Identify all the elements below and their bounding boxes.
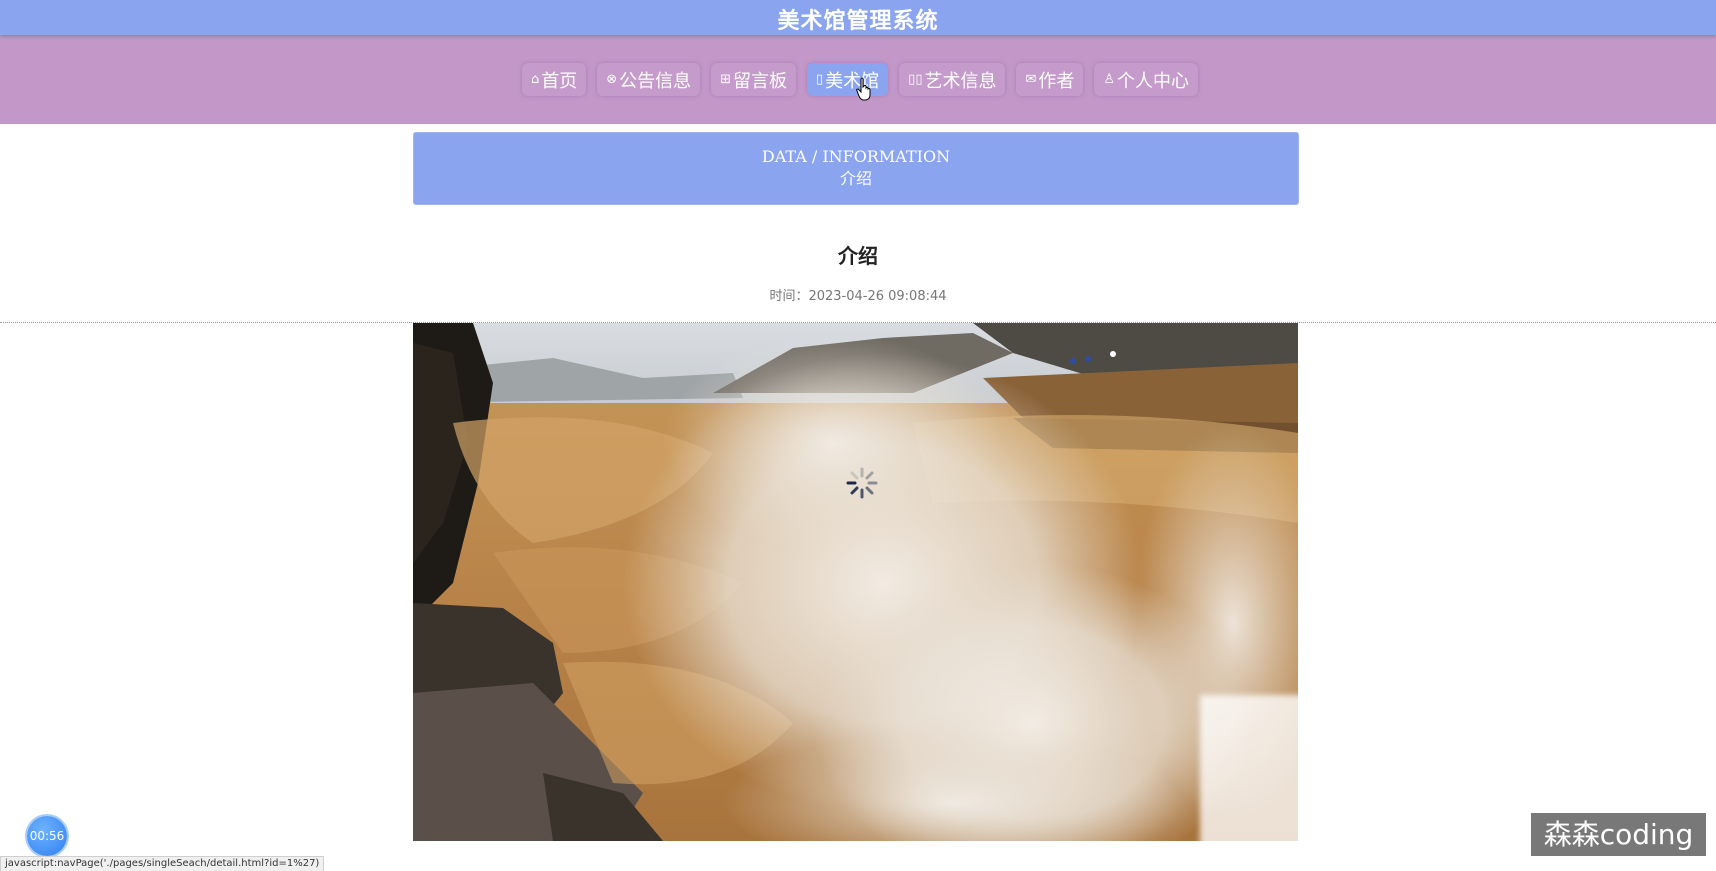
nav-item-label: 留言板 bbox=[733, 70, 788, 92]
waterfall-image bbox=[413, 323, 1298, 841]
hand-cursor-icon bbox=[856, 77, 871, 101]
mail-icon: ✉ bbox=[1025, 72, 1037, 87]
article-timestamp: 时间：2023-04-26 09:08:44 bbox=[769, 289, 947, 304]
nav-item-home[interactable]: ⌂ 首页 bbox=[521, 63, 587, 96]
nav-item-message-board[interactable]: ⊞ 留言板 bbox=[711, 63, 797, 96]
user-icon: ♙ bbox=[1103, 72, 1116, 87]
waterfall-photo bbox=[413, 323, 1298, 841]
article-title: 介绍 bbox=[838, 244, 878, 268]
nav-item-label: 作者 bbox=[1038, 70, 1075, 92]
nav-item-gallery[interactable]: ▯ 美术馆 bbox=[807, 63, 889, 96]
app-header: 美术馆管理系统 bbox=[0, 0, 1716, 35]
book-icon: ▯▯ bbox=[908, 72, 923, 87]
nav-item-label: 首页 bbox=[541, 70, 578, 92]
nav-item-profile[interactable]: ♙ 个人中心 bbox=[1094, 63, 1199, 96]
loading-spinner-icon bbox=[846, 467, 878, 499]
nav-item-label: 个人中心 bbox=[1117, 70, 1190, 92]
nav-item-label: 公告信息 bbox=[619, 70, 692, 92]
banner-subtitle: DATA / INFORMATION bbox=[761, 147, 951, 166]
announcement-icon: ⊗ bbox=[606, 72, 618, 87]
banner-title: 介绍 bbox=[839, 169, 872, 188]
watermark: 森森coding bbox=[1531, 813, 1706, 856]
home-icon: ⌂ bbox=[530, 72, 540, 87]
nav-item-label: 艺术信息 bbox=[924, 70, 997, 92]
recording-timer-badge: 00:56 bbox=[27, 816, 67, 856]
section-banner: DATA / INFORMATION 介绍 bbox=[413, 132, 1299, 205]
nav-item-art-info[interactable]: ▯▯ 艺术信息 bbox=[899, 63, 1006, 96]
page-icon: ▯ bbox=[816, 72, 824, 87]
app-title: 美术馆管理系统 bbox=[777, 9, 939, 34]
status-bar-url: javascript:navPage('./pages/singleSeach/… bbox=[0, 856, 325, 871]
grid-icon: ⊞ bbox=[720, 72, 732, 87]
overlay-haze bbox=[1200, 695, 1320, 850]
nav-item-authors[interactable]: ✉ 作者 bbox=[1016, 63, 1084, 96]
nav-item-announcements[interactable]: ⊗ 公告信息 bbox=[597, 63, 701, 96]
